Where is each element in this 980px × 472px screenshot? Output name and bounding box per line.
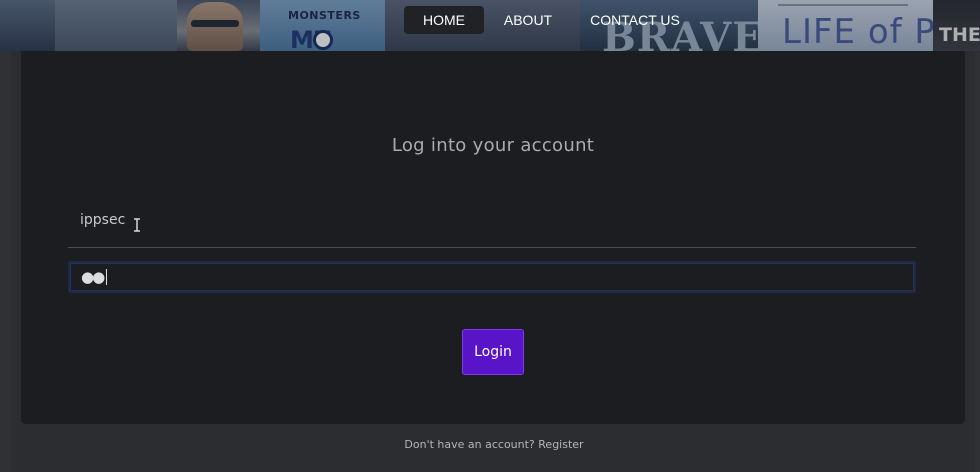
register-link[interactable]: Register — [538, 438, 583, 451]
page: MONSTERS MU BRAVE LIFE of PI THEY HOME A… — [0, 0, 980, 472]
page-margin — [975, 51, 980, 472]
nav-about[interactable]: ABOUT — [502, 6, 554, 34]
text-caret — [106, 269, 108, 285]
register-question: Don't have an account? — [404, 438, 535, 451]
login-title: Log into your account — [391, 135, 595, 156]
nav-home[interactable]: HOME — [404, 6, 484, 34]
movie-banner: MONSTERS MU BRAVE LIFE of PI THEY HOME A… — [0, 0, 980, 51]
password-input[interactable]: ●● — [68, 261, 916, 293]
username-input[interactable]: ippsec — [68, 201, 916, 248]
login-card: Log into your account ippsec ●● Login — [21, 51, 965, 424]
register-prompt: Don't have an account? Register — [0, 438, 980, 451]
login-button[interactable]: Login — [462, 329, 524, 375]
nav-contact-us[interactable]: CONTACT US — [589, 6, 681, 34]
password-value: ●● — [81, 268, 105, 286]
page-margin — [0, 51, 11, 472]
text-cursor-icon — [134, 218, 140, 232]
